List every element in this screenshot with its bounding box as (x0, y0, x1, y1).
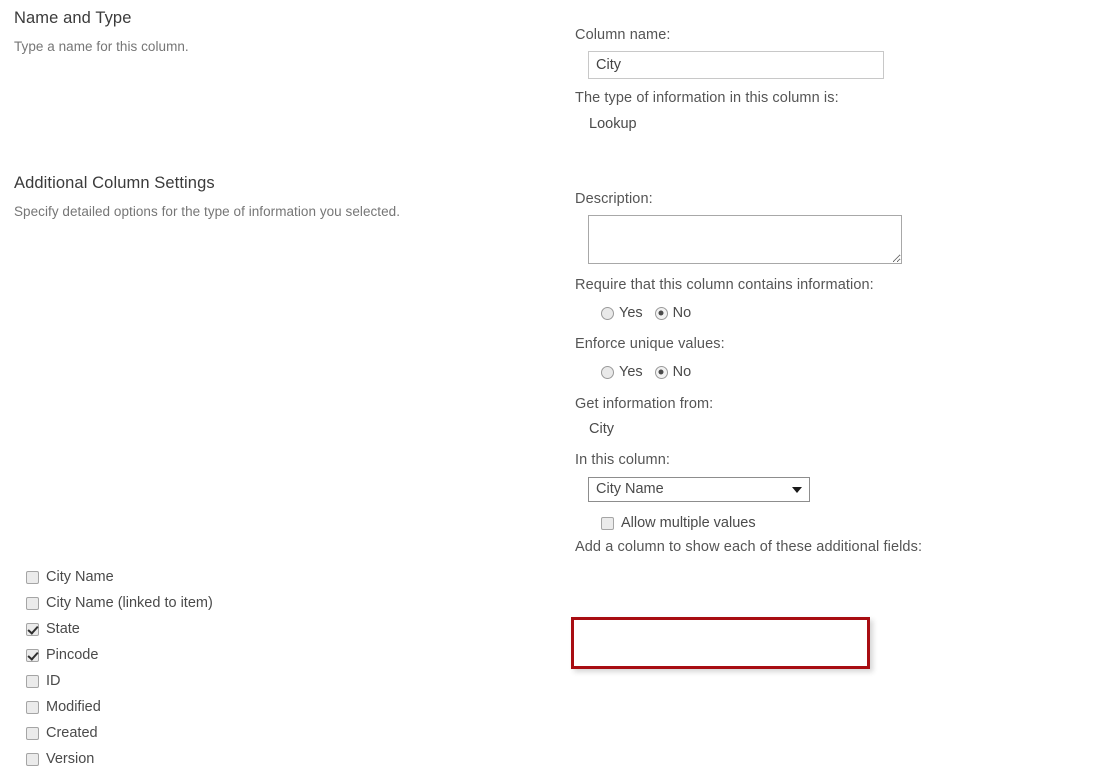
in-this-column-select[interactable]: City Name (588, 477, 810, 502)
annotation-highlight-box (571, 617, 870, 669)
field-description: Description: (575, 191, 653, 207)
column-settings-page: Name and Type Type a name for this colum… (0, 0, 1106, 767)
section-description-additional-column-settings: Specify detailed options for the type of… (14, 204, 401, 219)
description-textarea[interactable] (588, 215, 902, 264)
checkbox-checked-icon (26, 622, 39, 636)
type-of-information-value: Lookup (589, 116, 637, 132)
section-additional-column-settings: Additional Column Settings Specify detai… (14, 174, 400, 219)
enforce-unique-radio-group: Yes No (575, 364, 691, 380)
checkbox-label: Version (46, 751, 95, 767)
enforce-unique-radio-yes[interactable]: Yes (601, 364, 643, 380)
checkbox-item-city-name-linked[interactable]: City Name (linked to item) (26, 590, 213, 616)
checkbox-item-id[interactable]: ID (26, 668, 213, 694)
checkbox-label: ID (46, 673, 61, 689)
radio-unselected-icon (601, 306, 614, 320)
checkbox-unchecked-icon (26, 674, 39, 688)
checkbox-unchecked-icon (26, 596, 39, 610)
checkbox-label: State (46, 621, 80, 637)
type-of-information-value-row: Lookup (575, 116, 637, 132)
field-get-information-from: Get information from: (575, 396, 713, 412)
enforce-unique-radio-no[interactable]: No (654, 364, 692, 380)
radio-unselected-icon (601, 365, 614, 379)
checkbox-item-modified[interactable]: Modified (26, 694, 213, 720)
field-additional-fields: Add a column to show each of these addit… (575, 539, 922, 555)
require-information-radio-no[interactable]: No (654, 305, 692, 321)
get-information-from-label: Get information from: (575, 396, 714, 412)
field-column-name: Column name: (575, 27, 671, 43)
in-this-column-select-wrapper: City Name (588, 477, 810, 502)
checkbox-unchecked-icon (26, 700, 39, 714)
enforce-unique-label: Enforce unique values: (575, 336, 725, 352)
get-information-from-value: City (589, 421, 614, 437)
in-this-column-label: In this column: (575, 452, 670, 468)
field-type-of-information: The type of information in this column i… (575, 90, 839, 106)
checkbox-label: Created (46, 725, 98, 741)
checkbox-item-pincode[interactable]: Pincode (26, 642, 213, 668)
checkbox-label: Pincode (46, 647, 99, 663)
section-heading-additional-column-settings: Additional Column Settings (14, 174, 215, 192)
enforce-unique-no-label: No (672, 364, 692, 380)
section-name-and-type: Name and Type Type a name for this colum… (14, 9, 189, 54)
field-require-information: Require that this column contains inform… (575, 277, 874, 293)
description-input-row (575, 215, 902, 269)
section-heading-name-and-type: Name and Type (14, 9, 132, 27)
get-information-from-value-row: City (575, 421, 614, 437)
radio-selected-icon (654, 306, 668, 320)
checkbox-item-city-name[interactable]: City Name (26, 564, 213, 590)
allow-multiple-values-row: Allow multiple values (575, 508, 756, 536)
column-name-input[interactable] (588, 51, 884, 79)
checkbox-label: Modified (46, 699, 101, 715)
additional-fields-checkbox-list: City Name City Name (linked to item) Sta… (26, 564, 213, 772)
require-information-radio-group: Yes No (575, 305, 691, 321)
in-this-column-select-row: City Name (575, 477, 810, 502)
checkbox-label: City Name (46, 569, 114, 585)
field-enforce-unique: Enforce unique values: (575, 336, 725, 352)
require-information-label: Require that this column contains inform… (575, 277, 874, 293)
type-of-information-label: The type of information in this column i… (575, 90, 839, 106)
checkbox-unchecked-icon (26, 752, 39, 766)
checkbox-item-created[interactable]: Created (26, 720, 213, 746)
checkbox-label: City Name (linked to item) (46, 595, 213, 611)
section-description-name-and-type: Type a name for this column. (14, 39, 189, 54)
column-name-label: Column name: (575, 27, 671, 43)
require-information-radio-yes[interactable]: Yes (601, 305, 643, 321)
checkbox-unchecked-icon (26, 726, 39, 740)
checkbox-unchecked-icon (26, 570, 39, 584)
radio-selected-icon (654, 365, 668, 379)
require-information-no-label: No (672, 305, 692, 321)
additional-fields-label: Add a column to show each of these addit… (575, 539, 923, 555)
field-in-this-column: In this column: (575, 452, 670, 468)
checkbox-item-version[interactable]: Version (26, 746, 213, 772)
allow-multiple-values-checkbox[interactable]: Allow multiple values (601, 510, 756, 536)
enforce-unique-yes-label: Yes (619, 364, 643, 380)
allow-multiple-values-label: Allow multiple values (621, 515, 756, 531)
checkbox-unchecked-icon (601, 516, 614, 530)
checkbox-checked-icon (26, 648, 39, 662)
require-information-yes-label: Yes (619, 305, 643, 321)
column-name-input-row (575, 51, 884, 79)
description-label: Description: (575, 191, 653, 207)
checkbox-item-state[interactable]: State (26, 616, 213, 642)
